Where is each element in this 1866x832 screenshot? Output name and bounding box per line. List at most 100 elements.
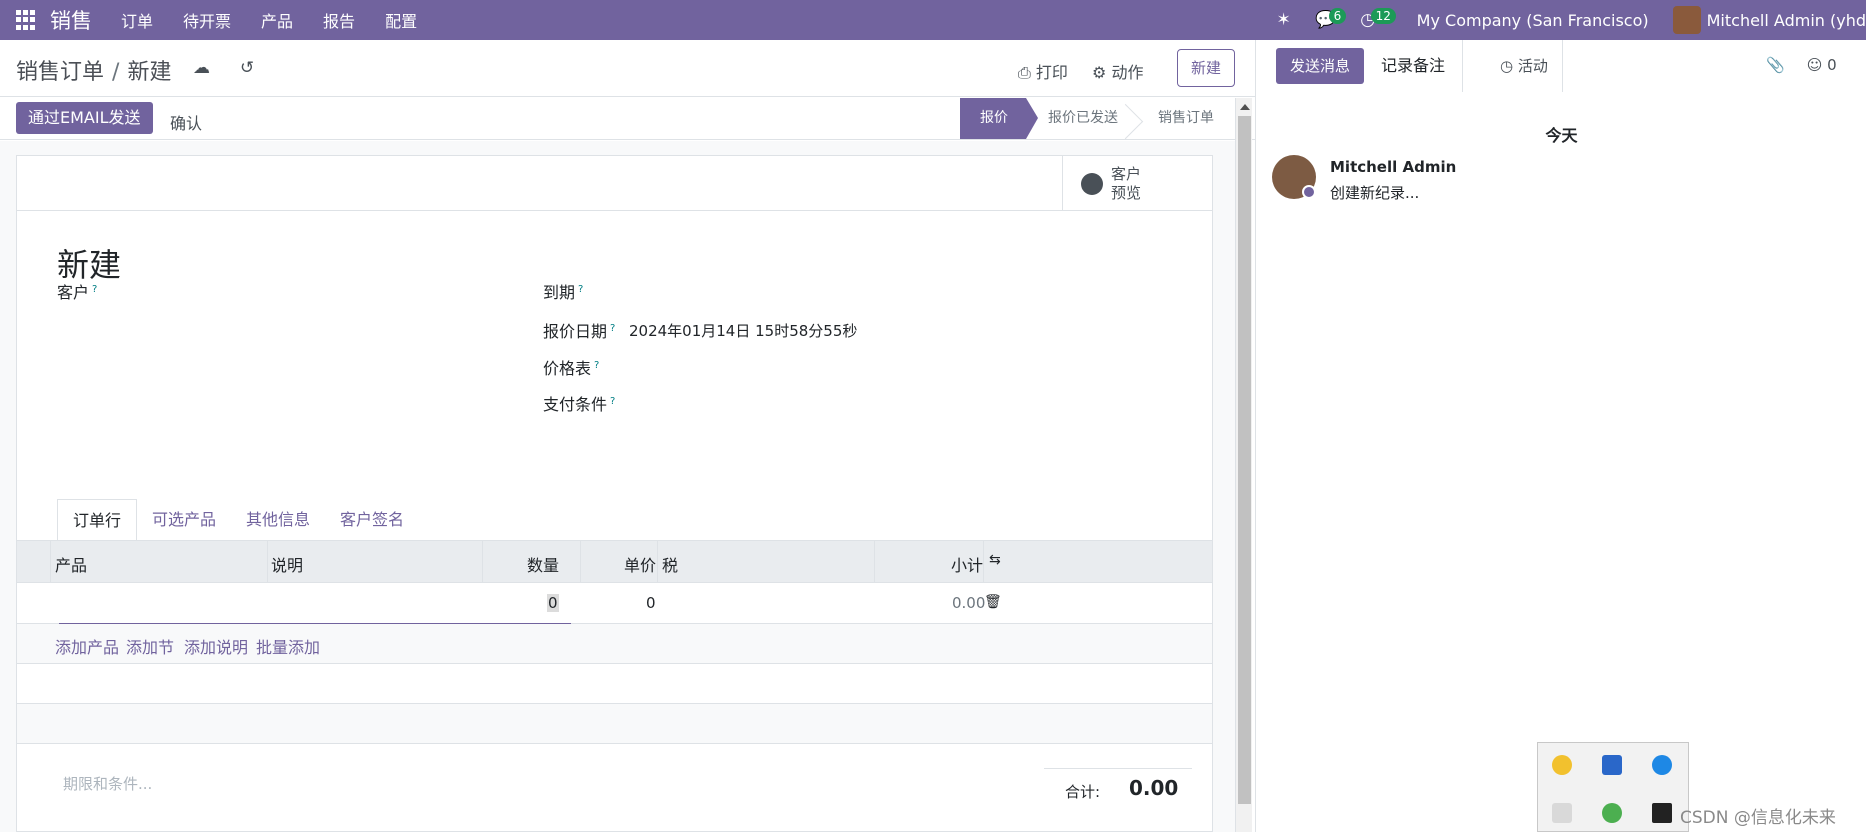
empty-row xyxy=(17,664,1212,704)
add-product-link[interactable]: 添加产品 xyxy=(55,634,119,658)
followers-button[interactable]: ☺ 0 xyxy=(1807,56,1837,74)
add-line-row: 添加产品 添加节 添加说明 批量添加 xyxy=(17,624,1212,664)
total-label: 合计: xyxy=(1065,783,1101,801)
col-unit-price[interactable]: 单价 xyxy=(624,552,656,576)
confirm-button[interactable]: 确认 xyxy=(170,110,202,134)
pricelist-label: 价格表? xyxy=(543,359,600,378)
quote-date-field[interactable]: 2024年01月14日 15时58分55秒 xyxy=(629,320,857,341)
top-menu: 订单 待开票 产品 报告 配置 xyxy=(106,8,432,32)
table-header: 产品 说明 数量 单价 税 小计 ⇆ xyxy=(17,540,1212,583)
activity-clock-icon[interactable]: ◷ 12 xyxy=(1347,8,1396,30)
send-by-email-button[interactable]: 通过EMAIL发送 xyxy=(16,102,153,134)
message-author[interactable]: Mitchell Admin xyxy=(1330,158,1456,176)
tray-app-icon[interactable] xyxy=(1552,755,1572,775)
catalog-add-link[interactable]: 批量添加 xyxy=(256,634,320,658)
shield-warning-icon[interactable] xyxy=(1602,755,1622,775)
scroll-up-arrow-icon[interactable] xyxy=(1240,104,1250,110)
online-status-dot xyxy=(1302,185,1316,199)
stage-quotation-sent[interactable]: 报价已发送 xyxy=(1026,98,1136,139)
message-body: 创建新纪录... xyxy=(1330,184,1420,202)
preview-label-line2: 预览 xyxy=(1111,184,1142,202)
row-unit-price[interactable]: 0 xyxy=(646,594,656,612)
empty-row xyxy=(17,704,1212,744)
breadcrumb-sales-orders[interactable]: 销售订单 xyxy=(16,60,104,85)
apps-menu-icon[interactable] xyxy=(16,10,36,30)
customer-preview-button[interactable]: 客户 预览 xyxy=(1062,156,1212,211)
gear-icon: ⚙ xyxy=(1092,63,1112,82)
form-status-row: 通过EMAIL发送 确认 报价 报价已发送 销售订单 xyxy=(0,98,1255,140)
button-box: 客户 预览 xyxy=(17,156,1212,211)
scrollbar-thumb[interactable] xyxy=(1238,116,1251,804)
stage-quotation[interactable]: 报价 xyxy=(960,98,1038,139)
globe-icon xyxy=(1081,173,1103,195)
status-stages: 报价 报价已发送 销售订单 xyxy=(960,98,1232,139)
person-icon: ☺ xyxy=(1806,56,1823,74)
table-row[interactable]: 0 0 0.00 🗑 xyxy=(17,583,1212,624)
log-note-button[interactable]: 记录备注 xyxy=(1364,40,1464,92)
menu-orders[interactable]: 订单 xyxy=(106,8,168,32)
activity-count-badge: 12 xyxy=(1370,8,1396,24)
row-subtotal: 0.00 xyxy=(952,594,986,612)
control-panel: 销售订单 / 新建 ☁ ↺ ⎙ 打印 ⚙ 动作 新建 xyxy=(0,40,1255,97)
app-brand[interactable]: 销售 xyxy=(50,5,92,35)
form-scrollbar[interactable] xyxy=(1235,98,1252,832)
bluetooth-icon[interactable] xyxy=(1652,755,1672,775)
chatter-topbar: 发送消息 记录备注 ◷ 活动 📎 ☺ 0 xyxy=(1256,40,1866,92)
tab-customer-signature[interactable]: 客户签名 xyxy=(325,499,419,541)
col-description[interactable]: 说明 xyxy=(271,552,303,576)
customer-label: 客户? xyxy=(57,283,98,302)
send-message-button[interactable]: 发送消息 xyxy=(1276,48,1364,84)
col-product[interactable]: 产品 xyxy=(55,552,87,576)
add-section-link[interactable]: 添加节 xyxy=(126,634,174,658)
chatter-panel: 发送消息 记录备注 ◷ 活动 📎 ☺ 0 今天 Mitchell Admin 创… xyxy=(1255,40,1866,832)
preview-label-line1: 客户 xyxy=(1111,165,1142,183)
user-avatar[interactable] xyxy=(1672,6,1701,34)
notebook-tabs: 订单行 可选产品 其他信息 客户签名 xyxy=(57,499,419,541)
action-button[interactable]: ⚙ 动作 xyxy=(1092,59,1143,83)
tab-other-info[interactable]: 其他信息 xyxy=(231,499,325,541)
quote-date-label: 报价日期? xyxy=(543,322,616,341)
add-note-link[interactable]: 添加说明 xyxy=(184,634,248,658)
print-button[interactable]: ⎙ 打印 xyxy=(1018,59,1068,83)
stage-sales-order[interactable]: 销售订单 xyxy=(1136,98,1232,139)
col-subtotal[interactable]: 小计 xyxy=(951,552,983,576)
breadcrumb: 销售订单 / 新建 xyxy=(16,54,171,86)
breadcrumb-separator: / xyxy=(112,60,120,85)
date-separator: 今天 xyxy=(1545,126,1578,145)
due-date-label: 到期? xyxy=(543,283,584,302)
system-tray-popup xyxy=(1537,742,1689,832)
user-menu[interactable]: Mitchell Admin (yhd xyxy=(1707,11,1866,30)
print-icon: ⎙ xyxy=(1018,63,1036,82)
payment-terms-label: 支付条件? xyxy=(543,395,616,414)
company-switcher[interactable]: My Company (San Francisco) xyxy=(1417,11,1649,30)
form-sheet: 客户 预览 新建 客户? 到期? 报价日期? 2024年01月14日 15时58… xyxy=(16,155,1213,832)
menu-products[interactable]: 产品 xyxy=(246,8,308,32)
new-record-button[interactable]: 新建 xyxy=(1177,49,1235,87)
discard-undo-icon[interactable]: ↺ xyxy=(240,58,254,78)
col-taxes[interactable]: 税 xyxy=(662,552,678,576)
trash-icon[interactable]: 🗑 xyxy=(984,594,1002,610)
total-divider xyxy=(1044,768,1192,769)
debug-bug-icon[interactable]: ✶ xyxy=(1263,10,1305,30)
chat-icon[interactable]: 💬 6 xyxy=(1305,8,1347,30)
breadcrumb-current: 新建 xyxy=(127,60,172,85)
top-navbar: 销售 订单 待开票 产品 报告 配置 ✶ 💬 6 ◷ 12 My Company (… xyxy=(0,0,1866,40)
menu-to-invoice[interactable]: 待开票 xyxy=(168,8,246,32)
terms-and-conditions-field[interactable]: 期限和条件... xyxy=(63,773,152,794)
optional-columns-icon[interactable]: ⇆ xyxy=(989,552,1001,568)
col-quantity[interactable]: 数量 xyxy=(527,552,559,576)
save-cloud-icon[interactable]: ☁ xyxy=(193,58,210,78)
wechat-icon[interactable] xyxy=(1602,803,1622,823)
tab-optional-products[interactable]: 可选产品 xyxy=(137,499,231,541)
chat-count-badge: 6 xyxy=(1328,8,1347,24)
activity-button[interactable]: ◷ 活动 xyxy=(1486,40,1563,92)
row-quantity[interactable]: 0 xyxy=(547,594,559,612)
attachment-paperclip-icon[interactable]: 📎 xyxy=(1766,56,1785,74)
menu-reporting[interactable]: 报告 xyxy=(308,8,370,32)
clock-icon: ◷ xyxy=(1500,57,1518,75)
menu-configuration[interactable]: 配置 xyxy=(370,8,432,32)
tab-order-lines[interactable]: 订单行 xyxy=(57,499,138,541)
bookmark-app-icon[interactable] xyxy=(1652,803,1672,823)
order-lines-table: 产品 说明 数量 单价 税 小计 ⇆ 0 0 0.00 🗑 添加产品 添加节 添… xyxy=(17,540,1212,744)
mouse-icon[interactable] xyxy=(1552,803,1572,823)
